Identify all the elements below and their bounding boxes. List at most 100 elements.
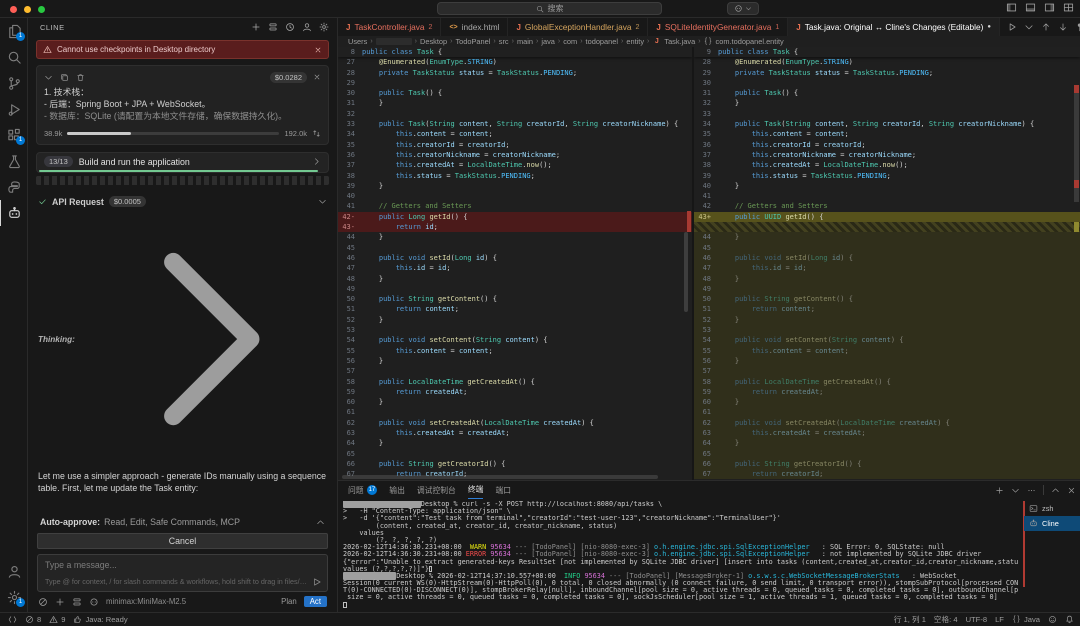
panel-tab-终端[interactable]: 终端 — [468, 481, 484, 499]
mcp-icon[interactable] — [89, 597, 99, 607]
mcp-servers-icon[interactable] — [268, 22, 278, 32]
terminal-instance-cline[interactable]: Cline — [1024, 516, 1080, 531]
assistant-message: Let me use a simpler approach - generate… — [38, 470, 327, 494]
context-slash-icon[interactable] — [38, 597, 48, 607]
breadcrumb[interactable]: Users››Desktop›TodoPanel›src›main›java›c… — [338, 36, 1080, 47]
breadcrumb-item[interactable]: Users — [348, 37, 367, 46]
add-icon[interactable] — [55, 597, 65, 607]
tab-globalexceptionhandler.java[interactable]: JGlobalExceptionHandler.java2 — [508, 18, 648, 36]
arrow-down-button[interactable] — [1058, 22, 1068, 32]
activity-python[interactable] — [0, 174, 28, 200]
close-icon[interactable] — [313, 73, 321, 81]
maximize-panel-icon[interactable] — [1051, 486, 1060, 495]
language-mode[interactable]: { }Java — [1008, 613, 1044, 626]
trash-icon[interactable] — [76, 73, 85, 82]
breadcrumb-item[interactable]: todopanel — [586, 37, 618, 46]
panel-tab-输出[interactable]: 输出 — [389, 481, 405, 499]
close-traffic-light[interactable] — [10, 6, 17, 13]
activity-search[interactable] — [0, 44, 28, 70]
activity-cline[interactable] — [0, 200, 28, 226]
diff-modified-pane[interactable]: 9public class Task {28 @Enumerated(EnumT… — [694, 47, 1080, 480]
close-panel-icon[interactable] — [1067, 486, 1076, 495]
errors-count[interactable]: 8 — [21, 613, 45, 626]
new-terminal-icon[interactable] — [995, 486, 1004, 495]
send-icon[interactable] — [312, 577, 322, 587]
activity-files[interactable]: 1 — [0, 18, 28, 44]
expand-context-icon[interactable] — [312, 129, 321, 138]
command-center-search[interactable]: 搜索 — [437, 2, 662, 15]
rules-icon[interactable] — [72, 597, 82, 607]
customize-layout-icon[interactable] — [1063, 2, 1074, 13]
eol[interactable]: LF — [991, 613, 1008, 626]
tab-task.java[interactable]: JTask.java: Original ↔ Cline's Changes (… — [788, 18, 1000, 36]
terminal-instance-zsh[interactable]: zsh — [1024, 501, 1080, 516]
panel-tab-问题[interactable]: 问题17 — [348, 481, 377, 499]
settings-icon[interactable] — [319, 22, 329, 32]
breadcrumb-item[interactable]: { }com.todopanel.entity — [704, 37, 784, 46]
minimize-traffic-light[interactable] — [24, 6, 31, 13]
breadcrumb-item[interactable]: entity — [626, 37, 644, 46]
activity-settings[interactable]: 1 — [0, 584, 28, 610]
cancel-button[interactable]: Cancel — [37, 533, 328, 549]
terminal-output[interactable]: Desktop % curl -s -X POST http://localho… — [343, 501, 1018, 610]
run-button[interactable] — [1007, 22, 1017, 32]
chevron-down-icon[interactable] — [318, 197, 327, 206]
terminal-profile-icon[interactable] — [1011, 486, 1020, 495]
warnings-count[interactable]: 9 — [45, 613, 69, 626]
activity-debug[interactable] — [0, 96, 28, 122]
maximize-traffic-light[interactable] — [38, 6, 45, 13]
copy-icon[interactable] — [60, 73, 69, 82]
model-selector[interactable]: minimax:MiniMax-M2.5 — [106, 597, 186, 606]
history-icon[interactable] — [285, 22, 295, 32]
diff-original-pane[interactable]: 8public class Task {27 @Enumerated(EnumT… — [338, 47, 692, 480]
act-toggle[interactable]: Act — [304, 596, 327, 607]
breadcrumb-item[interactable]: TodoPanel — [455, 37, 490, 46]
chat-input[interactable]: Type a message... Type @ for context, / … — [37, 554, 328, 592]
remote-indicator[interactable] — [4, 613, 21, 626]
encoding[interactable]: UTF-8 — [962, 613, 992, 626]
plan-toggle[interactable]: Plan — [281, 597, 297, 606]
chevron-down-icon[interactable] — [44, 73, 53, 82]
scrollbar-thumb[interactable] — [684, 232, 688, 312]
build-status[interactable] — [1044, 613, 1061, 626]
more-icon[interactable] — [1027, 486, 1036, 495]
toggle-panel-icon[interactable] — [1025, 2, 1036, 13]
tab-index.html[interactable]: <>index.html — [441, 18, 508, 36]
cursor-position[interactable]: 行 1, 列 1 — [890, 613, 930, 626]
toggle-secondary-sidebar-icon[interactable] — [1044, 2, 1055, 13]
task-card[interactable]: $0.0282 1. 技术栈： - 后端：Spring Boot + JPA +… — [36, 65, 329, 145]
thinking-label: Thinking: — [38, 335, 75, 344]
copilot-menu[interactable] — [727, 2, 759, 15]
collapsed-message-row[interactable] — [36, 176, 329, 185]
breadcrumb-item[interactable]: Desktop — [420, 37, 447, 46]
panel-tab-调试控制台[interactable]: 调试控制台 — [417, 481, 456, 499]
focus-chain[interactable]: 13/13 Build and run the application — [36, 152, 329, 173]
thinking-row[interactable]: Thinking:...o use a manually assigned ID… — [38, 216, 327, 462]
breadcrumb-item[interactable]: JTask.java — [652, 37, 695, 46]
api-request-row[interactable]: API Request$0.0005 — [38, 196, 327, 207]
tab-sqliteidentitygenerator.java[interactable]: JSQLiteIdentityGenerator.java1 — [648, 18, 788, 36]
breadcrumb-item[interactable]: src — [499, 37, 509, 46]
activity-account[interactable] — [0, 558, 28, 584]
account-icon[interactable] — [302, 22, 312, 32]
breadcrumb-item[interactable]: com — [563, 37, 577, 46]
notifications-bell[interactable] — [1061, 613, 1078, 626]
pilcrow-button[interactable]: ¶ — [1075, 22, 1080, 32]
indentation[interactable]: 空格: 4 — [930, 613, 962, 626]
tab-taskcontroller.java[interactable]: JTaskController.java2 — [338, 18, 441, 36]
activity-scm[interactable] — [0, 70, 28, 96]
horizontal-scrollbar[interactable] — [342, 475, 658, 479]
chev-down-button[interactable] — [1024, 22, 1034, 32]
activity-extensions[interactable]: 1 — [0, 122, 28, 148]
chevron-right-icon[interactable] — [81, 216, 327, 462]
close-icon[interactable] — [314, 46, 322, 54]
java-status[interactable]: Java: Ready — [69, 613, 131, 626]
breadcrumb-item[interactable]: java — [541, 37, 555, 46]
activity-test[interactable] — [0, 148, 28, 174]
arrow-up-button[interactable] — [1041, 22, 1051, 32]
toggle-sidebar-icon[interactable] — [1006, 2, 1017, 13]
new-task-icon[interactable] — [251, 22, 261, 32]
breadcrumb-item[interactable]: main — [517, 37, 533, 46]
panel-tab-端口[interactable]: 端口 — [495, 481, 511, 499]
auto-approve-row[interactable]: Auto-approve: Read, Edit, Safe Commands,… — [28, 513, 337, 531]
